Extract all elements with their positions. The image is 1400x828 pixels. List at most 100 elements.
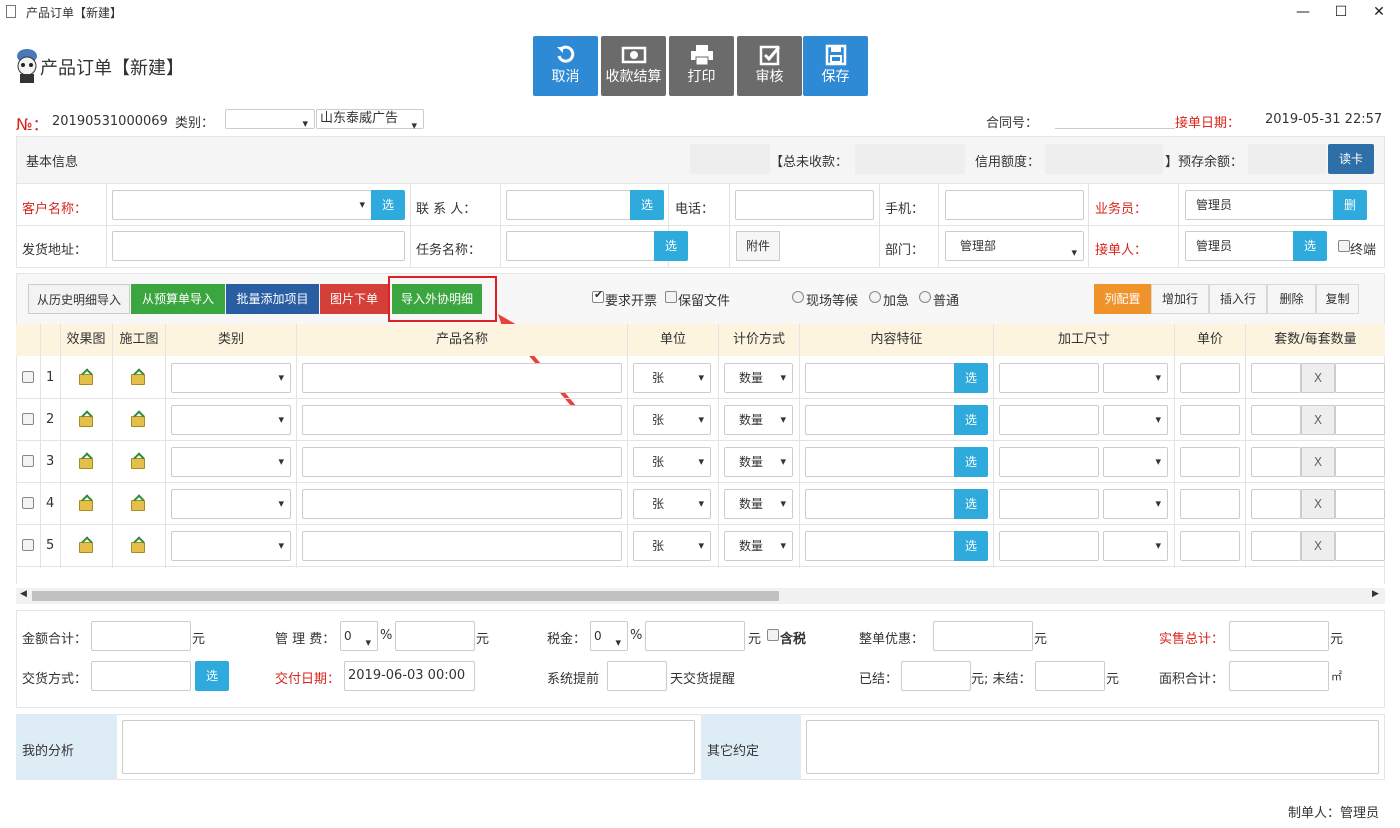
read-card-button[interactable]: 读卡 — [1328, 144, 1374, 174]
sets-input[interactable] — [1251, 489, 1301, 519]
cancel-button[interactable]: 取消 — [533, 36, 598, 96]
tax-input[interactable] — [645, 621, 745, 651]
price-input[interactable] — [1180, 531, 1240, 561]
content-textarea[interactable] — [805, 363, 955, 393]
price-input[interactable] — [1180, 363, 1240, 393]
other-terms-textarea[interactable] — [806, 720, 1379, 774]
incl-tax-checkbox[interactable] — [767, 629, 779, 641]
scroll-left-icon[interactable]: ◀ — [20, 589, 27, 599]
minimize-button[interactable]: — — [1288, 2, 1318, 22]
sets-input[interactable] — [1251, 405, 1301, 435]
per-set-input[interactable] — [1335, 489, 1385, 519]
category-select[interactable] — [171, 447, 291, 477]
row-checkbox[interactable] — [22, 497, 34, 509]
phone-input[interactable] — [735, 190, 874, 220]
size-textarea[interactable] — [999, 531, 1099, 561]
size-textarea[interactable] — [999, 405, 1099, 435]
row-checkbox[interactable] — [22, 539, 34, 551]
unit-select[interactable]: 张 — [633, 363, 711, 393]
effect-image-upload-icon[interactable] — [79, 458, 93, 469]
content-textarea[interactable] — [805, 447, 955, 477]
pricing-select[interactable]: 数量 — [724, 531, 793, 561]
normal-radio[interactable] — [919, 291, 931, 303]
price-input[interactable] — [1180, 405, 1240, 435]
area-input[interactable] — [1229, 661, 1329, 691]
scroll-right-icon[interactable]: ▶ — [1372, 589, 1379, 599]
construction-image-upload-icon[interactable] — [131, 374, 145, 385]
pricing-select[interactable]: 数量 — [724, 405, 793, 435]
content-select-button[interactable]: 选 — [954, 489, 988, 519]
category-select[interactable] — [171, 489, 291, 519]
pricing-select[interactable]: 数量 — [724, 489, 793, 519]
amount-input[interactable] — [91, 621, 191, 651]
add-row-button[interactable]: 增加行 — [1151, 284, 1209, 314]
settled-input[interactable] — [901, 661, 971, 691]
scroll-thumb[interactable] — [32, 591, 779, 601]
onsite-radio[interactable] — [792, 291, 804, 303]
receiver-select-button[interactable]: 选 — [1293, 231, 1327, 261]
per-set-input[interactable] — [1335, 531, 1385, 561]
mgmt-select[interactable]: 0 — [340, 621, 378, 657]
product-name-input[interactable] — [302, 405, 622, 435]
size-select[interactable] — [1103, 405, 1168, 435]
unit-select[interactable]: 张 — [633, 447, 711, 477]
tax-select[interactable]: 0 — [590, 621, 628, 657]
sets-input[interactable] — [1251, 363, 1301, 393]
construction-image-upload-icon[interactable] — [131, 542, 145, 553]
attachment-button[interactable]: 附件 — [736, 231, 780, 261]
contract-input[interactable] — [1055, 128, 1175, 129]
category-select[interactable] — [171, 531, 291, 561]
size-textarea[interactable] — [999, 489, 1099, 519]
row-checkbox[interactable] — [22, 413, 34, 425]
address-input[interactable] — [112, 231, 405, 261]
effect-image-upload-icon[interactable] — [79, 416, 93, 427]
print-button[interactable]: 打印 — [669, 36, 734, 96]
product-name-input[interactable] — [302, 447, 622, 477]
salesman-input[interactable]: 管理员 — [1185, 190, 1335, 220]
row-checkbox[interactable] — [22, 455, 34, 467]
size-textarea[interactable] — [999, 363, 1099, 393]
size-select[interactable] — [1103, 531, 1168, 561]
terminal-checkbox[interactable] — [1338, 240, 1350, 252]
dept-select[interactable]: 管理部 — [945, 231, 1084, 267]
size-textarea[interactable] — [999, 447, 1099, 477]
construction-image-upload-icon[interactable] — [131, 500, 145, 511]
per-set-input[interactable] — [1335, 405, 1385, 435]
row-checkbox[interactable] — [22, 371, 34, 383]
content-textarea[interactable] — [805, 405, 955, 435]
salesman-delete-button[interactable]: 删 — [1333, 190, 1367, 220]
size-select[interactable] — [1103, 447, 1168, 477]
copy-row-button[interactable]: 复制 — [1316, 284, 1359, 314]
construction-image-upload-icon[interactable] — [131, 458, 145, 469]
task-select-button[interactable]: 选 — [654, 231, 688, 261]
effect-image-upload-icon[interactable] — [79, 374, 93, 385]
receiver-input[interactable]: 管理员 — [1185, 231, 1295, 261]
insert-row-button[interactable]: 插入行 — [1209, 284, 1267, 314]
sets-input[interactable] — [1251, 531, 1301, 561]
unit-select[interactable]: 张 — [633, 531, 711, 561]
unit-select[interactable]: 张 — [633, 405, 711, 435]
batch-add-button[interactable]: 批量添加项目 — [226, 284, 319, 314]
remind-days-input[interactable] — [607, 661, 667, 691]
effect-image-upload-icon[interactable] — [79, 500, 93, 511]
content-textarea[interactable] — [805, 489, 955, 519]
save-button[interactable]: 保存 — [803, 36, 868, 96]
mobile-input[interactable] — [945, 190, 1084, 220]
content-select-button[interactable]: 选 — [954, 405, 988, 435]
per-set-input[interactable] — [1335, 363, 1385, 393]
product-name-input[interactable] — [302, 531, 622, 561]
contact-input[interactable] — [506, 190, 631, 220]
type-select[interactable] — [225, 109, 315, 130]
import-history-button[interactable]: 从历史明细导入 — [28, 284, 130, 314]
unit-select[interactable]: 张 — [633, 489, 711, 519]
order-date[interactable]: 2019-05-31 22:57 — [1265, 112, 1382, 127]
discount-input[interactable] — [933, 621, 1033, 651]
payment-settle-button[interactable]: 收款结算 — [601, 36, 666, 96]
unsettled-input[interactable] — [1035, 661, 1105, 691]
column-config-button[interactable]: 列配置 — [1094, 284, 1151, 314]
per-set-input[interactable] — [1335, 447, 1385, 477]
import-budget-button[interactable]: 从预算单导入 — [131, 284, 225, 314]
delivery-input[interactable] — [91, 661, 191, 691]
content-select-button[interactable]: 选 — [954, 363, 988, 393]
company-select[interactable]: 山东泰威广告 — [316, 109, 424, 135]
